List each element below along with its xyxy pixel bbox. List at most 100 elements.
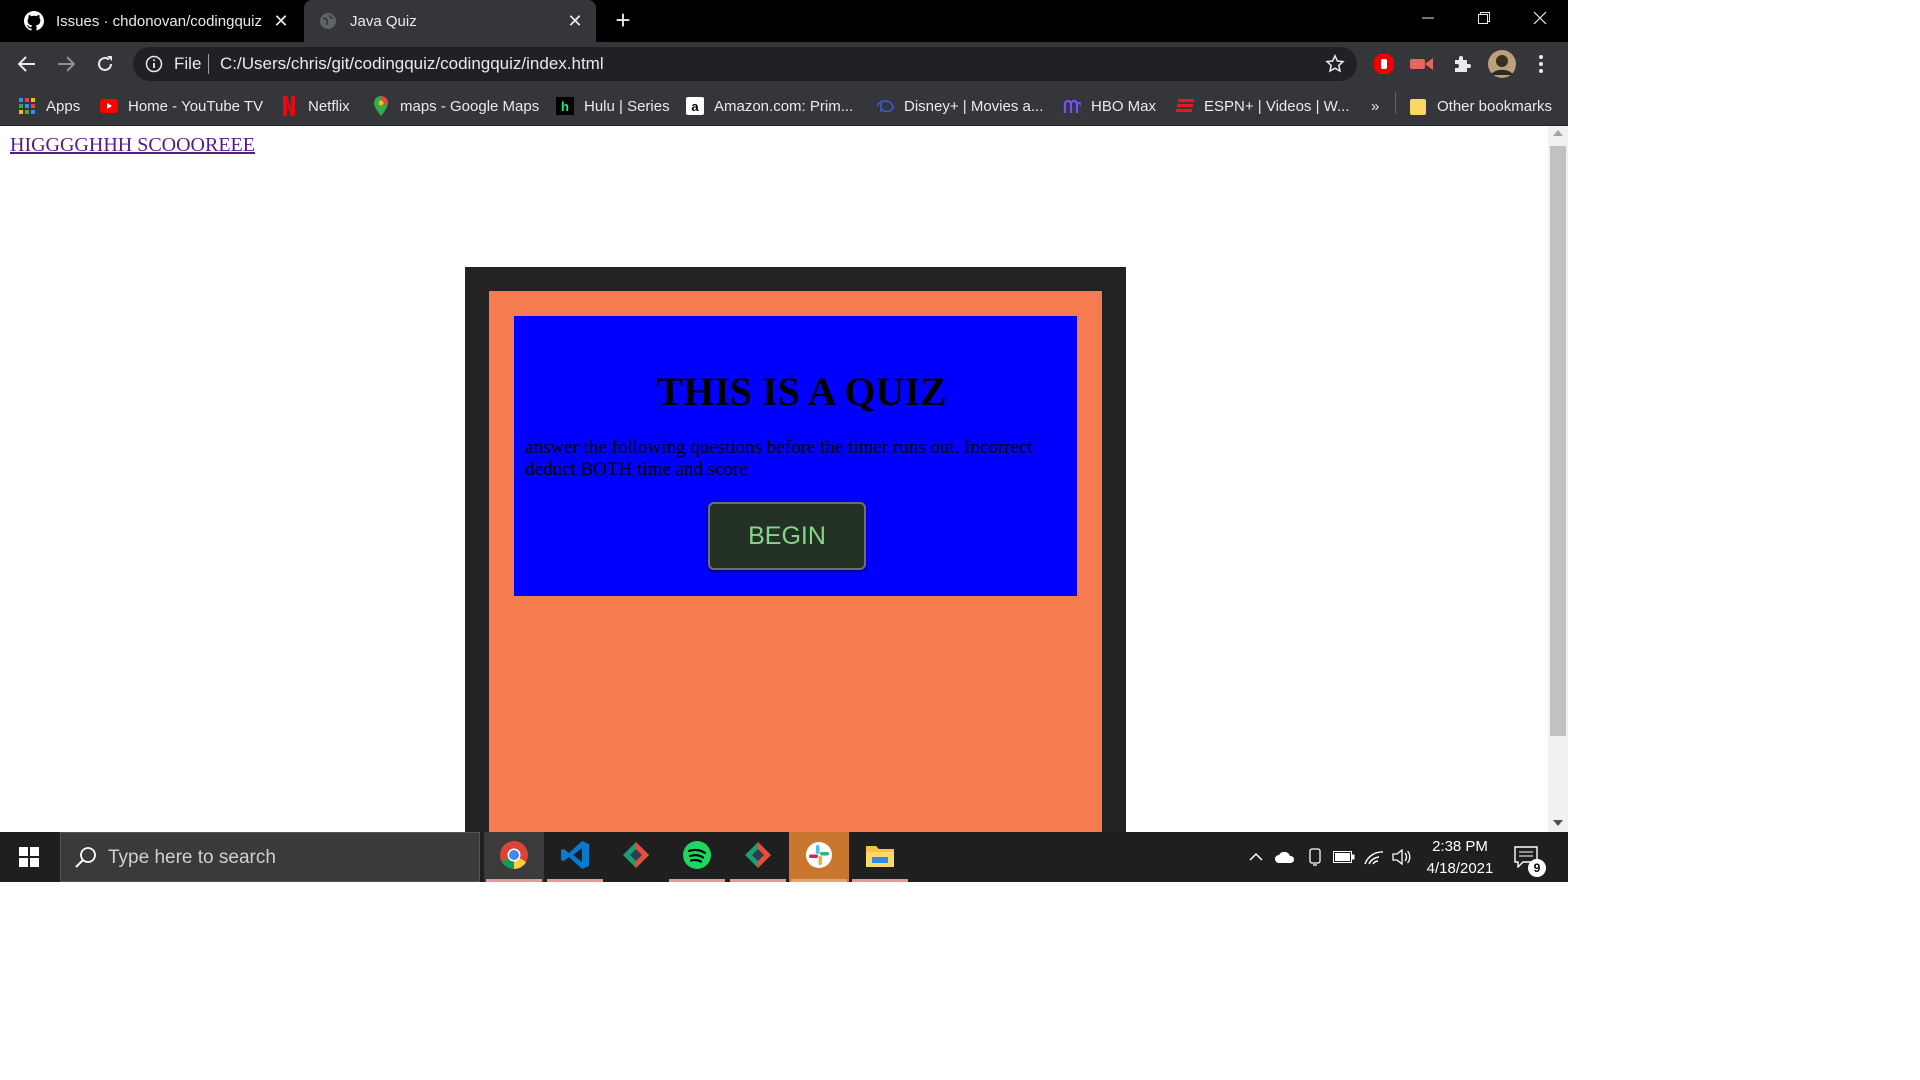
git-kraken-icon bbox=[743, 840, 773, 875]
tab-github-issues[interactable]: Issues · chdonovan/codingquiz ✕ bbox=[12, 0, 302, 42]
taskbar-file-explorer[interactable] bbox=[850, 832, 910, 882]
bookmark-other-bookmarks[interactable]: Other bookmarks bbox=[1409, 94, 1552, 118]
bookmark-star-icon[interactable] bbox=[1325, 54, 1345, 79]
tab-strip: Issues · chdonovan/codingquiz ✕ Java Qui… bbox=[0, 0, 1568, 42]
profile-avatar[interactable] bbox=[1488, 50, 1516, 78]
taskbar-gitkraken[interactable] bbox=[606, 832, 666, 882]
running-indicator bbox=[486, 879, 542, 882]
scroll-thumb[interactable] bbox=[1550, 146, 1566, 736]
show-hidden-icons-chevron-icon[interactable] bbox=[1245, 846, 1267, 868]
bookmarks-bar: Apps Home - YouTube TV Netflix maps - Go… bbox=[0, 86, 1568, 126]
bookmark-apps[interactable]: Apps bbox=[18, 94, 80, 118]
slack-icon bbox=[805, 841, 833, 874]
bookmark-label: Disney+ | Movies a... bbox=[904, 97, 1044, 115]
apps-grid-icon bbox=[18, 97, 36, 115]
running-indicator bbox=[852, 879, 908, 882]
clock-date: 4/18/2021 bbox=[1426, 860, 1494, 877]
youtube-icon bbox=[100, 97, 118, 115]
git-kraken-icon bbox=[621, 840, 651, 875]
taskbar-vscode[interactable] bbox=[545, 832, 605, 882]
search-placeholder: Type here to search bbox=[108, 847, 276, 868]
disney-plus-icon bbox=[876, 97, 894, 115]
menu-kebab-icon[interactable] bbox=[1529, 52, 1553, 76]
bookmark-label: ESPN+ | Videos | W... bbox=[1204, 97, 1350, 115]
bookmark-amazon[interactable]: a Amazon.com: Prim... bbox=[686, 94, 853, 118]
begin-button[interactable]: BEGIN bbox=[708, 502, 866, 570]
chrome-icon bbox=[499, 840, 529, 875]
new-tab-icon[interactable]: + bbox=[610, 7, 636, 34]
page-viewport: HIGGGGHHH SCOOOREEE THIS IS A QUIZ answe… bbox=[0, 126, 1548, 832]
url-text[interactable]: C:/Users/chris/git/codingquiz/codingquiz… bbox=[220, 54, 604, 74]
bookmark-espn-plus[interactable]: ESPN+ | Videos | W... bbox=[1176, 94, 1350, 118]
scheme-label: File bbox=[174, 54, 202, 73]
scroll-down-arrow-icon[interactable] bbox=[1553, 820, 1563, 826]
google-maps-icon bbox=[372, 96, 390, 116]
vscode-icon bbox=[560, 840, 590, 875]
tab-java-quiz[interactable]: Java Quiz ✕ bbox=[304, 0, 596, 42]
taskbar-gitkraken-2[interactable] bbox=[728, 832, 788, 882]
github-icon bbox=[24, 11, 44, 31]
volume-icon[interactable] bbox=[1391, 846, 1413, 868]
notification-count-badge: 9 bbox=[1528, 859, 1546, 877]
wifi-icon[interactable] bbox=[1363, 846, 1385, 868]
quiz-intro-card: THIS IS A QUIZ answer the following ques… bbox=[514, 316, 1077, 596]
battery-icon[interactable] bbox=[1333, 846, 1355, 868]
taskbar-chrome[interactable] bbox=[484, 832, 544, 882]
info-icon[interactable] bbox=[145, 55, 163, 78]
extensions-puzzle-icon[interactable] bbox=[1450, 52, 1474, 76]
running-indicator bbox=[547, 879, 603, 882]
back-arrow-icon[interactable] bbox=[13, 50, 41, 78]
windows-taskbar: Type here to search 2:38 PM 4/18/2021 9 bbox=[0, 832, 1568, 882]
bookmark-label: Amazon.com: Prim... bbox=[714, 97, 854, 115]
bookmark-label: Apps bbox=[46, 97, 81, 115]
onedrive-cloud-icon[interactable] bbox=[1274, 846, 1296, 868]
globe-icon bbox=[318, 11, 338, 31]
running-indicator bbox=[669, 879, 725, 882]
taskbar-search-input[interactable]: Type here to search bbox=[60, 832, 480, 882]
tab-close-icon[interactable]: ✕ bbox=[272, 12, 290, 30]
clock-time: 2:38 PM bbox=[1432, 838, 1488, 855]
hulu-icon: h bbox=[556, 97, 574, 115]
running-indicator bbox=[791, 879, 847, 882]
bookmark-label: HBO Max bbox=[1091, 97, 1157, 115]
tab-close-icon[interactable]: ✕ bbox=[566, 12, 584, 30]
search-icon bbox=[75, 846, 97, 874]
bookmark-youtube-tv[interactable]: Home - YouTube TV bbox=[100, 94, 263, 118]
reload-icon[interactable] bbox=[91, 50, 119, 78]
bookmark-hbo-max[interactable]: HBO Max bbox=[1063, 94, 1156, 118]
netflix-icon bbox=[280, 96, 298, 116]
windows-start-icon[interactable] bbox=[0, 832, 58, 882]
running-indicator bbox=[730, 879, 786, 882]
highscore-link[interactable]: HIGGGGHHH SCOOOREEE bbox=[10, 134, 255, 157]
hbo-max-icon bbox=[1063, 97, 1081, 115]
taskbar-slack[interactable] bbox=[789, 832, 849, 882]
bookmark-hulu[interactable]: h Hulu | Series bbox=[556, 94, 670, 118]
vertical-scrollbar[interactable] bbox=[1548, 126, 1568, 832]
system-clock[interactable]: 2:38 PM 4/18/2021 bbox=[1415, 836, 1505, 880]
spotify-icon bbox=[682, 840, 712, 875]
forward-arrow-icon[interactable] bbox=[52, 50, 80, 78]
window-close-icon[interactable] bbox=[1512, 0, 1568, 36]
bookmark-label: Other bookmarks bbox=[1437, 97, 1553, 115]
taskbar-spotify[interactable] bbox=[667, 832, 727, 882]
minimize-icon[interactable] bbox=[1400, 0, 1456, 36]
bookmark-label: Netflix bbox=[308, 97, 350, 115]
restore-icon[interactable] bbox=[1456, 0, 1512, 36]
adblock-extension-icon[interactable] bbox=[1372, 52, 1396, 76]
folder-icon bbox=[1409, 97, 1427, 115]
divider bbox=[208, 54, 209, 74]
bookmark-disney-plus[interactable]: Disney+ | Movies a... bbox=[876, 94, 1043, 118]
quiz-title: THIS IS A QUIZ bbox=[656, 369, 947, 414]
bookmark-label: Home - YouTube TV bbox=[128, 97, 264, 115]
screen-recorder-extension-icon[interactable] bbox=[1410, 52, 1434, 76]
quiz-frame: THIS IS A QUIZ answer the following ques… bbox=[465, 267, 1126, 832]
address-bar[interactable]: File C:/Users/chris/git/codingquiz/codin… bbox=[133, 47, 1357, 81]
tab-title: Java Quiz bbox=[350, 12, 417, 30]
scroll-up-arrow-icon[interactable] bbox=[1553, 130, 1563, 136]
quiz-description: answer the following questions before th… bbox=[525, 437, 1033, 480]
bookmark-netflix[interactable]: Netflix bbox=[280, 94, 350, 118]
bookmarks-overflow-button[interactable]: » bbox=[1371, 94, 1379, 118]
bookmark-label: maps - Google Maps bbox=[400, 97, 540, 115]
device-connect-icon[interactable] bbox=[1304, 846, 1326, 868]
bookmark-google-maps[interactable]: maps - Google Maps bbox=[372, 94, 539, 118]
